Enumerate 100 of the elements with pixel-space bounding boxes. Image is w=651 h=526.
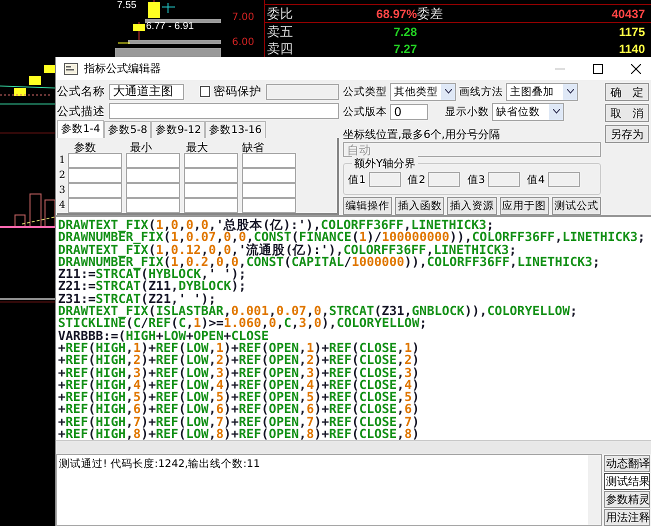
param-input-field[interactable] xyxy=(184,198,238,213)
side-button[interactable]: 参数精灵 xyxy=(604,491,650,508)
window-title: 指标公式编辑器 xyxy=(84,61,162,76)
code-line: DRAWTEXT_FIX(1,0.12,0,0,'流通股(亿):'),COLORFF36FF,LINETHICK3; xyxy=(58,244,516,256)
param-input-field[interactable] xyxy=(126,153,180,168)
quote-volume: 1175 xyxy=(618,24,646,38)
version-field[interactable]: 0 xyxy=(390,104,428,120)
field-label: 显示小数 xyxy=(445,104,489,118)
volume-bar xyxy=(30,194,42,228)
param-input-field[interactable] xyxy=(242,198,296,213)
quote-price: 7.28 xyxy=(392,24,417,38)
horizontal-scrollbar[interactable] xyxy=(56,440,651,454)
param-input-field[interactable] xyxy=(184,183,238,198)
param-tab[interactable]: 参数1-4 xyxy=(57,120,104,138)
candlestick xyxy=(133,22,145,40)
param-input-field[interactable] xyxy=(242,168,296,183)
volume-bar xyxy=(14,214,26,228)
code-line: Z11:=STRCAT(HYBLOCK,' '); xyxy=(58,268,246,280)
dialog-button[interactable]: 确 定 xyxy=(605,83,649,101)
param-tab[interactable]: 参数5-8 xyxy=(104,121,152,138)
quote-label: 卖四 xyxy=(266,40,294,58)
value-field[interactable] xyxy=(548,172,580,188)
name-field[interactable]: 大通道主图 xyxy=(109,84,184,100)
row-number: 4 xyxy=(59,200,66,211)
decimals-dropdown[interactable]: 缺省位数 xyxy=(492,102,564,120)
candlestick xyxy=(29,76,41,85)
param-tab[interactable]: 参数9-12 xyxy=(151,121,206,138)
quote-volume: 40437 xyxy=(610,6,646,20)
param-input-field[interactable] xyxy=(184,168,238,183)
param-input-field[interactable] xyxy=(126,198,180,213)
cross-marker xyxy=(162,2,176,14)
code-line: +REF(HIGH,8)+REF(LOW,8)+REF(OPEN,8)+REF(CLOSE,8) xyxy=(58,428,420,440)
param-input-field[interactable] xyxy=(242,153,296,168)
code-line: STICKLINE(C/REF(C,1)>=1.060,0,C,3,0),COLORYELLOW; xyxy=(58,317,427,330)
dialog-button[interactable]: 取 消 xyxy=(605,104,649,122)
param-input-field[interactable] xyxy=(68,168,122,183)
column-header: 参数 xyxy=(73,140,97,153)
action-button[interactable]: 插入函数 xyxy=(395,196,444,215)
group-title: 额外Y轴分界 xyxy=(352,156,418,172)
code-line: VARBBB:=(HIGH+LOW+OPEN+CLOSE xyxy=(58,330,269,342)
side-button[interactable]: 用法注释 xyxy=(604,509,650,526)
window-icon xyxy=(64,62,78,74)
code-line: DRAWTEXT_FIX(ISLASTBAR,0.001,0.07,0,STRCAT(Z31,GNBLOCK)),COLORYELLOW; xyxy=(58,305,578,318)
candlestick xyxy=(14,88,26,96)
maximize-icon[interactable] xyxy=(593,64,603,74)
code-line: Z21:=STRCAT(Z11,DYBLOCK); xyxy=(58,280,246,293)
code-line: Z31:=STRCAT(Z21,' '); xyxy=(58,292,216,306)
field-label: 值4 xyxy=(527,172,545,187)
indicator-line xyxy=(0,86,55,88)
field-label: 公式名称 xyxy=(57,84,105,100)
param-tab[interactable]: 参数13-16 xyxy=(205,121,266,138)
field-label: 公式类型 xyxy=(343,84,387,99)
code-line: +REF(HIGH,4)+REF(LOW,4)+REF(OPEN,4)+REF(CLOSE,4) xyxy=(58,378,420,392)
candle-price-label: 7.55 xyxy=(117,0,136,11)
axis-lines-label: 坐标线位置,最多6个,用分号分隔 xyxy=(343,127,501,142)
value-field[interactable] xyxy=(488,172,520,188)
param-input-field[interactable] xyxy=(184,153,238,168)
password-field[interactable] xyxy=(266,84,339,100)
param-input-field[interactable] xyxy=(242,183,296,198)
close-icon[interactable] xyxy=(631,64,641,74)
value-field[interactable] xyxy=(428,172,460,188)
quote-label: 委差 xyxy=(417,4,444,22)
row-number: 1 xyxy=(59,155,66,166)
indicator-line xyxy=(0,226,55,228)
value-field[interactable] xyxy=(368,172,401,188)
message-text: 测试通过! 代码长度:1242,输出线个数:11 xyxy=(58,457,262,472)
code-line: +REF(HIGH,1)+REF(LOW,1)+REF(OPEN,1)+REF(CLOSE,1) xyxy=(58,342,420,354)
vertical-scrollbar[interactable] xyxy=(588,455,601,525)
formula-type-dropdown[interactable]: 其他类型 xyxy=(390,82,456,101)
field-label: 画线方法 xyxy=(459,84,503,99)
code-line: +REF(HIGH,6)+REF(LOW,6)+REF(OPEN,6)+REF(CLOSE,6) xyxy=(58,403,420,416)
field-label: 公式版本 xyxy=(343,104,387,118)
code-line: +REF(HIGH,7)+REF(LOW,7)+REF(OPEN,7)+REF(CLOSE,7) xyxy=(58,416,420,428)
param-input-field[interactable] xyxy=(68,183,122,198)
dialog-button[interactable]: 另存为 xyxy=(605,125,649,143)
quote-price: 68.97% xyxy=(375,6,417,20)
action-button[interactable]: 测试公式 xyxy=(552,196,602,215)
param-input-field[interactable] xyxy=(68,198,122,213)
side-button[interactable]: 动态翻译 xyxy=(604,455,650,472)
column-header: 最大 xyxy=(185,140,209,153)
code-line: DRAWNUMBER_FIX(1,0.07,0,0,CONST(FINANCE(1)/100000000)),COLORFF36FF,LINETHICK3; xyxy=(58,231,646,244)
quote-price: 7.27 xyxy=(392,42,417,56)
column-header: 最小 xyxy=(129,140,153,153)
action-button[interactable]: 插入资源 xyxy=(447,196,497,215)
field-label: 值3 xyxy=(467,172,486,187)
field-label: 公式描述 xyxy=(57,104,105,119)
code-line: DRAWTEXT_FIX(1,0,0,0,'总股本(亿):'),COLORFF36FF,LINETHICK3; xyxy=(58,219,494,232)
param-input-field[interactable] xyxy=(68,153,122,168)
param-input-field[interactable] xyxy=(126,183,180,198)
param-input-field[interactable] xyxy=(126,168,180,183)
password-checkbox[interactable] xyxy=(200,86,210,98)
action-button[interactable]: 编辑操作 xyxy=(343,196,392,215)
draw-method-dropdown[interactable]: 主图叠加 xyxy=(506,82,578,101)
dashed-line xyxy=(22,216,55,224)
axis-lines-field[interactable]: 自动 xyxy=(343,142,601,158)
action-button[interactable]: 应用于图 xyxy=(500,196,549,215)
checkbox-label: 密码保护 xyxy=(214,84,262,100)
code-editor[interactable] xyxy=(56,215,651,440)
quote-label: 卖五 xyxy=(266,22,294,40)
description-field[interactable] xyxy=(109,103,339,120)
